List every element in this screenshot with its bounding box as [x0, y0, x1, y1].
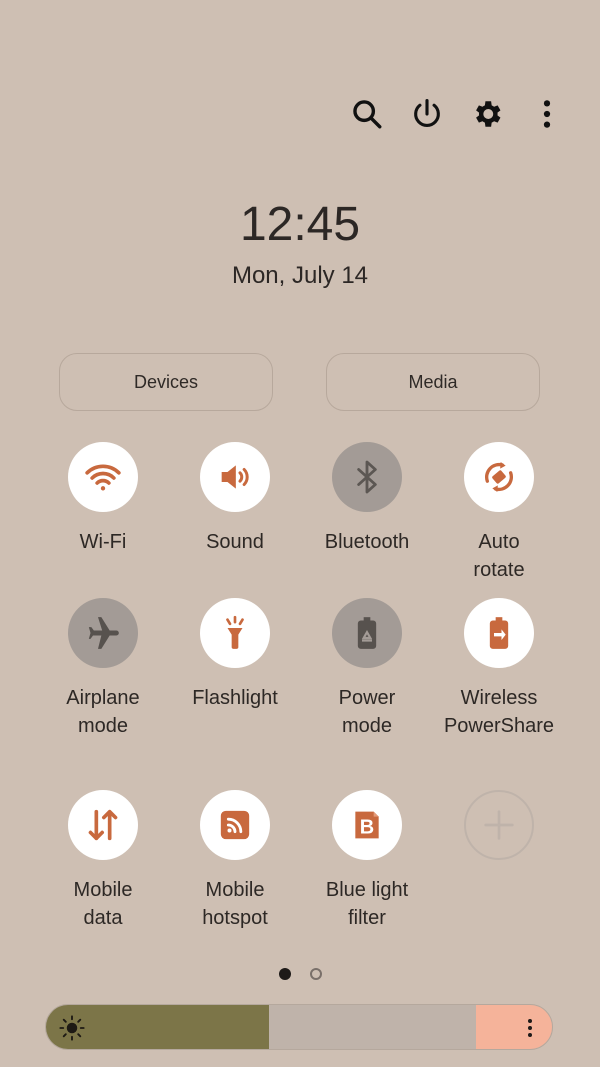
power-mode-toggle[interactable]: [332, 598, 402, 668]
page-indicator-dot[interactable]: [310, 968, 322, 980]
bluetooth-icon: [357, 460, 377, 494]
airplane-mode-toggle[interactable]: [68, 598, 138, 668]
tile-bluetooth: Bluetooth: [301, 442, 433, 556]
blue-light-filter-icon: B: [355, 811, 379, 839]
wireless-powershare-toggle[interactable]: [464, 598, 534, 668]
tile-power-mode: Power mode: [301, 598, 433, 740]
settings-gear-icon[interactable]: [467, 94, 507, 134]
tile-wifi: Wi-Fi: [37, 442, 169, 556]
sound-label: Sound: [206, 531, 264, 553]
tile-sound: Sound: [169, 442, 301, 556]
power-icon[interactable]: [407, 94, 447, 134]
clock-time: 12:45: [239, 198, 361, 251]
svg-text:B: B: [360, 816, 374, 838]
auto-rotate-toggle[interactable]: [464, 442, 534, 512]
search-icon[interactable]: [347, 94, 387, 134]
media-button[interactable]: Media: [326, 353, 540, 411]
bluetooth-label: Bluetooth: [324, 531, 410, 553]
sound-toggle[interactable]: [200, 442, 270, 512]
brightness-more-icon[interactable]: [518, 1016, 542, 1040]
tile-wireless-powershare: Wireless PowerShare: [433, 598, 565, 740]
tile-mobile-hotspot: Mobile hotspot: [169, 790, 301, 932]
flashlight-label: Flashlight: [192, 687, 278, 709]
mobile-data-label: Mobile data: [73, 879, 133, 929]
data-arrows-icon: [88, 809, 118, 841]
wifi-toggle[interactable]: [68, 442, 138, 512]
tile-airplane-mode: Airplane mode: [37, 598, 169, 740]
tile-blue-light-filter: B Blue light filter: [301, 790, 433, 932]
sun-icon: [59, 1015, 85, 1041]
speaker-icon: [221, 465, 249, 489]
auto-rotate-label: Auto rotate: [473, 531, 525, 581]
flashlight-icon: [226, 615, 244, 649]
mobile-hotspot-toggle[interactable]: [200, 790, 270, 860]
wireless-powershare-label: Wireless PowerShare: [443, 687, 555, 737]
airplane-mode-label: Airplane mode: [66, 687, 140, 737]
power-mode-label: Power mode: [338, 687, 396, 737]
tile-flashlight: Flashlight: [169, 598, 301, 712]
hotspot-icon: [220, 810, 250, 840]
plus-icon: [484, 810, 514, 840]
battery-recycle-icon: [357, 617, 377, 649]
brightness-slider[interactable]: [45, 1004, 553, 1050]
mobile-hotspot-label: Mobile hotspot: [202, 879, 268, 929]
blue-light-filter-label: Blue light filter: [325, 879, 409, 929]
wifi-label: Wi-Fi: [79, 531, 127, 553]
blue-light-filter-toggle[interactable]: B: [332, 790, 402, 860]
page-indicator-dot-active[interactable]: [279, 968, 291, 980]
tile-mobile-data: Mobile data: [37, 790, 169, 932]
clock-date: Mon, July 14: [231, 262, 369, 289]
airplane-icon: [88, 617, 119, 649]
powershare-icon: [489, 617, 509, 649]
add-tile-button[interactable]: [464, 790, 534, 860]
wifi-icon: [85, 464, 121, 491]
tile-auto-rotate: Auto rotate: [433, 442, 565, 584]
tile-add: [433, 790, 565, 860]
auto-rotate-icon: [485, 462, 513, 492]
bluetooth-toggle[interactable]: [332, 442, 402, 512]
mobile-data-toggle[interactable]: [68, 790, 138, 860]
flashlight-toggle[interactable]: [200, 598, 270, 668]
more-options-icon[interactable]: [527, 94, 567, 134]
devices-button[interactable]: Devices: [59, 353, 273, 411]
